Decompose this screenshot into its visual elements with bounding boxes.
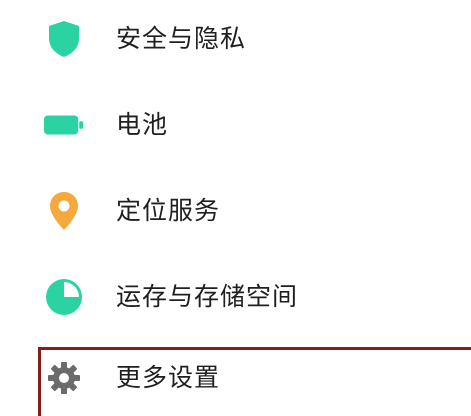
settings-item-security[interactable]: 安全与隐私 <box>0 0 471 82</box>
pie-chart-icon <box>44 277 84 317</box>
shield-icon <box>44 19 84 59</box>
settings-item-label: 安全与隐私 <box>116 24 247 53</box>
settings-item-battery[interactable]: 电池 <box>0 82 471 168</box>
battery-icon <box>44 105 84 145</box>
settings-list: 安全与隐私 电池 定位服务 运存与存储空间 更多设置 <box>0 0 471 416</box>
settings-item-label: 更多设置 <box>116 363 221 392</box>
settings-item-label: 运存与存储空间 <box>116 282 299 311</box>
gear-icon <box>44 358 84 398</box>
settings-item-label: 定位服务 <box>116 196 221 225</box>
settings-item-more[interactable]: 更多设置 <box>0 340 471 416</box>
settings-item-label: 电池 <box>116 110 169 139</box>
settings-item-location[interactable]: 定位服务 <box>0 168 471 254</box>
location-pin-icon <box>44 191 84 231</box>
settings-item-storage[interactable]: 运存与存储空间 <box>0 254 471 340</box>
